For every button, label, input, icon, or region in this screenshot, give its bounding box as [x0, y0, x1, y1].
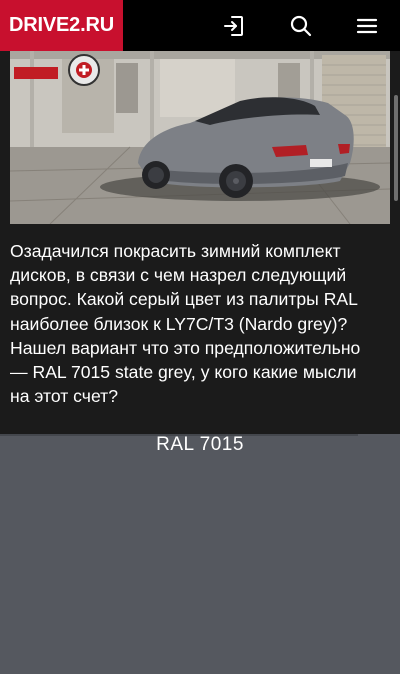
search-icon — [289, 14, 313, 38]
post-photo[interactable] — [10, 51, 390, 224]
post-text: Озадачился покрасить зимний комплект дис… — [10, 241, 361, 407]
page: DRIVE2.RU Озадачился покрасить зимний ко… — [0, 0, 400, 674]
swatch-label: RAL 7015 — [156, 434, 244, 455]
scrollbar-thumb[interactable] — [394, 95, 398, 201]
color-swatch: RAL 7015 — [0, 434, 400, 674]
top-bar: DRIVE2.RU — [0, 0, 400, 51]
login-icon — [222, 14, 246, 38]
search-button[interactable] — [279, 0, 323, 51]
menu-icon — [355, 14, 379, 38]
post-card: Озадачился покрасить зимний комплект дис… — [0, 51, 400, 434]
menu-button[interactable] — [345, 0, 389, 51]
login-button[interactable] — [212, 0, 256, 51]
drive2-logo[interactable]: DRIVE2.RU — [0, 0, 123, 51]
